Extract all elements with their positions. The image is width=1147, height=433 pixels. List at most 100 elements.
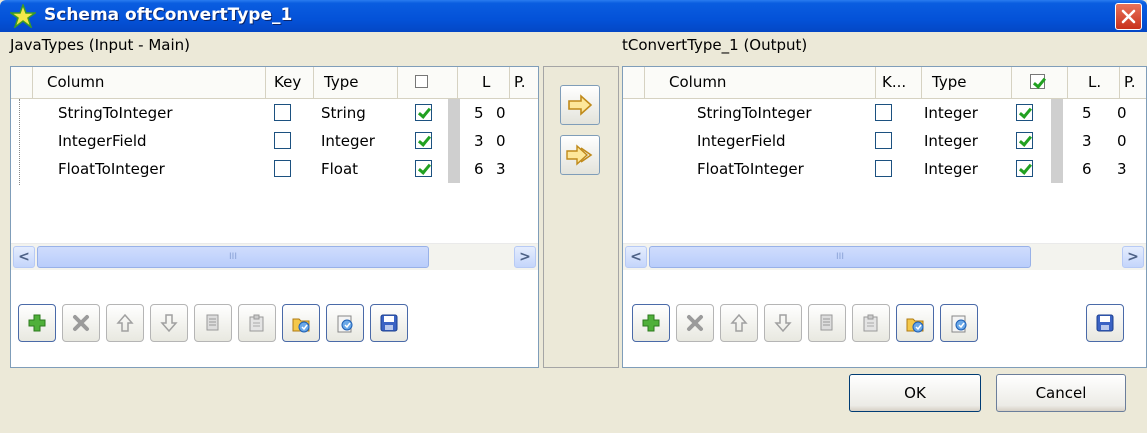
header-length[interactable]: L [458,67,510,98]
paste-button[interactable] [852,304,890,342]
length-cell[interactable]: 3 [1082,127,1092,155]
move-down-button[interactable] [764,304,802,342]
nullable-checkbox[interactable] [415,104,432,121]
import-button[interactable] [282,304,320,342]
move-up-button[interactable] [106,304,144,342]
add-row-button[interactable] [632,304,670,342]
precision-cell[interactable]: 0 [496,127,506,155]
scroll-thumb[interactable]: III [37,246,429,268]
precision-cell[interactable]: 0 [496,99,506,127]
header-type[interactable]: Type [922,67,1012,98]
length-cell[interactable]: 6 [474,155,484,183]
column-name[interactable]: FloatToInteger [58,155,165,183]
table-header: Column K... Type L. P. [623,67,1146,99]
length-cell[interactable]: 6 [1082,155,1092,183]
delete-row-button[interactable] [62,304,100,342]
move-up-button[interactable] [720,304,758,342]
save-button[interactable] [1086,304,1124,342]
arrow-up-icon [116,313,134,332]
plus-icon [28,314,46,332]
x-icon [687,315,703,331]
table-row[interactable]: StringToInteger String 5 0 [11,99,538,127]
copy-button[interactable] [808,304,846,342]
key-checkbox[interactable] [875,132,892,149]
header-key[interactable]: Key [266,67,314,98]
x-icon [73,315,89,331]
copy-selected-button[interactable] [560,85,600,125]
nullable-checkbox[interactable] [415,132,432,149]
paste-icon [863,314,878,332]
length-cell[interactable]: 3 [474,127,484,155]
header-precision[interactable]: P. [510,67,538,98]
import-icon [292,318,310,333]
move-down-button[interactable] [150,304,188,342]
header-type[interactable]: Type [314,67,398,98]
column-name[interactable]: StringToInteger [58,99,173,127]
header-column[interactable]: Column [645,67,876,98]
precision-cell[interactable]: 3 [496,155,506,183]
column-name[interactable]: IntegerField [697,127,786,155]
key-checkbox[interactable] [274,132,291,149]
import-button[interactable] [896,304,934,342]
table-row[interactable]: IntegerField Integer 3 0 [623,127,1146,155]
table-row[interactable]: IntegerField Integer 3 0 [11,127,538,155]
type-cell[interactable]: Integer [924,127,978,155]
type-cell[interactable]: Integer [924,155,978,183]
nullable-checkbox[interactable] [1016,104,1033,121]
type-cell[interactable]: Integer [924,99,978,127]
table-row[interactable]: FloatToInteger Integer 6 3 [623,155,1146,183]
horizontal-scrollbar[interactable]: < III > [11,243,538,270]
precision-cell[interactable]: 0 [1117,99,1127,127]
header-nullable[interactable] [398,67,458,98]
nullable-checkbox[interactable] [1016,160,1033,177]
export-button[interactable] [940,304,978,342]
key-checkbox[interactable] [274,104,291,121]
scroll-right-button[interactable]: > [1122,246,1144,268]
save-icon [380,314,398,332]
precision-cell[interactable]: 3 [1117,155,1127,183]
header-column[interactable]: Column [33,67,266,98]
type-cell[interactable]: Float [321,155,358,183]
type-cell[interactable]: String [321,99,366,127]
scroll-thumb[interactable]: III [649,246,1031,268]
precision-cell[interactable]: 0 [1117,127,1127,155]
arrow-right-icon [568,94,593,116]
header-checkbox[interactable] [1030,74,1045,89]
length-cell[interactable]: 5 [474,99,484,127]
header-length[interactable]: L. [1068,67,1120,98]
column-name[interactable]: IntegerField [58,127,147,155]
export-button[interactable] [326,304,364,342]
type-cell[interactable]: Integer [321,127,375,155]
copy-all-button[interactable] [560,135,600,175]
paste-button[interactable] [238,304,276,342]
close-button[interactable] [1115,3,1142,30]
column-name[interactable]: FloatToInteger [697,155,804,183]
length-cell[interactable]: 5 [1082,99,1092,127]
column-name[interactable]: StringToInteger [697,99,812,127]
save-button[interactable] [370,304,408,342]
table-row[interactable]: FloatToInteger Float 6 3 [11,155,538,183]
save-icon [1096,314,1114,332]
header-key[interactable]: K... [876,67,922,98]
horizontal-scrollbar[interactable]: < III > [623,243,1146,270]
copy-arrows-panel [543,66,619,368]
export-icon [951,315,967,333]
nullable-checkbox[interactable] [415,160,432,177]
scroll-right-button[interactable]: > [514,246,536,268]
key-checkbox[interactable] [274,160,291,177]
key-checkbox[interactable] [875,160,892,177]
header-checkbox[interactable] [415,75,428,88]
header-nullable[interactable] [1012,67,1068,98]
ok-button[interactable]: OK [849,374,981,412]
scroll-left-button[interactable]: < [13,246,35,268]
key-checkbox[interactable] [875,104,892,121]
table-row[interactable]: StringToInteger Integer 5 0 [623,99,1146,127]
cancel-button[interactable]: Cancel [996,374,1126,412]
copy-button[interactable] [194,304,232,342]
add-row-button[interactable] [18,304,56,342]
header-precision[interactable]: P. [1120,67,1146,98]
delete-row-button[interactable] [676,304,714,342]
nullable-checkbox[interactable] [1016,132,1033,149]
plus-icon [642,314,660,332]
scroll-left-button[interactable]: < [625,246,647,268]
